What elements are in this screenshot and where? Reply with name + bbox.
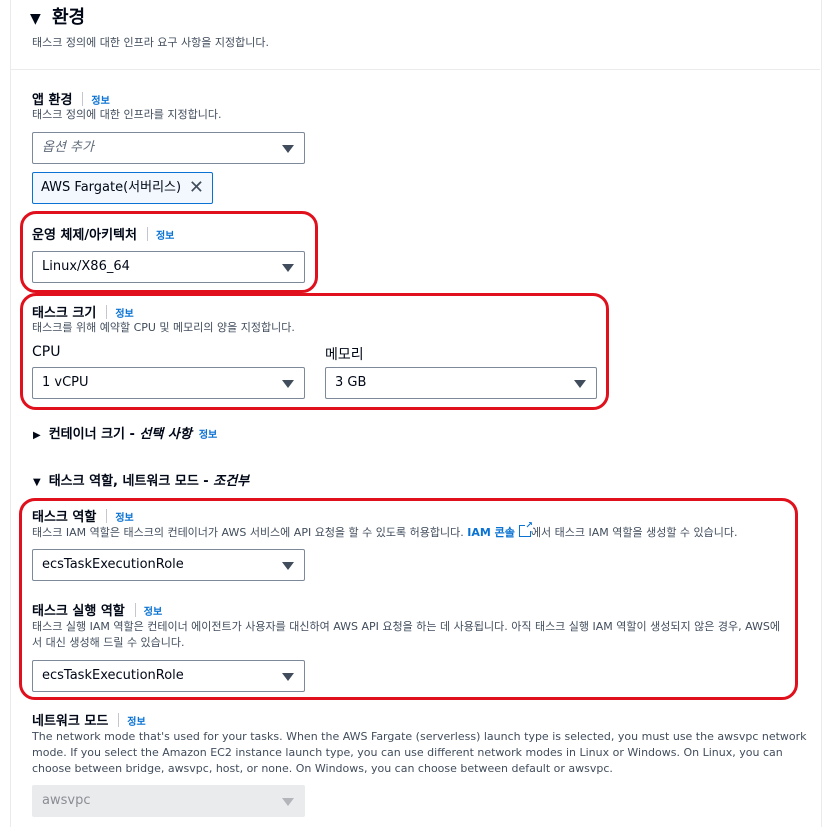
container-size-info-link[interactable]: 정보 (199, 430, 217, 441)
network-mode-description: The network mode that's used for your ta… (32, 730, 807, 775)
task-size-description: 태스크를 위해 예약할 CPU 및 메모리의 양을 지정합니다. (32, 321, 295, 334)
caret-down-icon (282, 673, 294, 681)
task-role-label: 태스크 역할 정보 (32, 509, 134, 525)
memory-label: 메모리 (325, 347, 364, 363)
app-env-description: 태스크 정의에 대한 인프라를 지정합니다. (32, 108, 222, 121)
token-label: AWS Fargate(서버리스) (41, 180, 182, 195)
os-arch-select[interactable]: Linux/X86_64 (32, 251, 305, 283)
os-arch-label: 운영 체제/아키텍처 정보 (32, 227, 175, 243)
task-role-description: 태스크 IAM 역할은 태스크의 컨테이너가 AWS 서비스에 API 요청을 … (32, 521, 738, 540)
app-env-info-link[interactable]: 정보 (91, 96, 109, 107)
caret-down-icon: ▼ (33, 477, 41, 488)
memory-value: 3 GB (335, 375, 367, 390)
caret-down-icon (282, 562, 294, 570)
caret-down-icon (574, 380, 586, 388)
cpu-value: 1 vCPU (42, 375, 89, 390)
app-env-placeholder: 옵션 추가 (42, 140, 94, 155)
caret-down-icon (282, 264, 294, 272)
os-arch-value: Linux/X86_64 (42, 259, 130, 274)
exec-role-description: 태스크 실행 IAM 역할은 컨테이너 에이전트가 사용자를 대신하여 AWS … (32, 620, 780, 649)
task-size-info-link[interactable]: 정보 (115, 309, 133, 320)
network-mode-info-link[interactable]: 정보 (127, 717, 145, 728)
iam-console-link[interactable]: IAM 콘솔 (467, 526, 515, 539)
caret-down-icon (282, 798, 294, 806)
header-divider (10, 69, 820, 70)
task-size-label: 태스크 크기 정보 (32, 305, 134, 321)
app-env-select[interactable]: 옵션 추가 (32, 132, 305, 164)
section-description: 태스크 정의에 대한 인프라 요구 사항을 지정합니다. (32, 36, 269, 49)
app-env-token: AWS Fargate(서버리스) ✕ (32, 172, 213, 204)
exec-role-info-link[interactable]: 정보 (144, 607, 162, 618)
caret-right-icon: ▶ (33, 430, 41, 441)
caret-down-icon (282, 380, 294, 388)
network-mode-label: 네트워크 모드 정보 (32, 713, 146, 729)
exec-role-value: ecsTaskExecutionRole (42, 668, 184, 683)
remove-token-icon[interactable]: ✕ (189, 173, 204, 203)
external-link-icon[interactable]: ↗ (518, 522, 533, 537)
network-mode-value: awsvpc (42, 793, 91, 808)
cpu-label: CPU (32, 344, 61, 360)
exec-role-label: 태스크 실행 역할 정보 (32, 603, 163, 619)
caret-down-icon (282, 145, 294, 153)
section-collapse-icon[interactable]: ▼ (30, 12, 41, 26)
task-role-select[interactable]: ecsTaskExecutionRole (32, 549, 305, 581)
os-arch-info-link[interactable]: 정보 (156, 231, 174, 242)
section-title[interactable]: 환경 (52, 7, 85, 29)
exec-role-select[interactable]: ecsTaskExecutionRole (32, 660, 305, 692)
memory-select[interactable]: 3 GB (325, 367, 597, 399)
panel-border (10, 0, 822, 827)
task-role-info-link[interactable]: 정보 (115, 513, 133, 524)
network-mode-select: awsvpc (32, 785, 305, 817)
cpu-select[interactable]: 1 vCPU (32, 367, 305, 399)
roles-network-expander[interactable]: ▼ 태스크 역할, 네트워크 모드 - 조건부 (33, 470, 249, 489)
container-size-expander[interactable]: ▶ 컨테이너 크기 - 선택 사항 정보 (33, 423, 217, 442)
task-role-value: ecsTaskExecutionRole (42, 557, 184, 572)
app-env-label: 앱 환경 정보 (32, 92, 110, 108)
